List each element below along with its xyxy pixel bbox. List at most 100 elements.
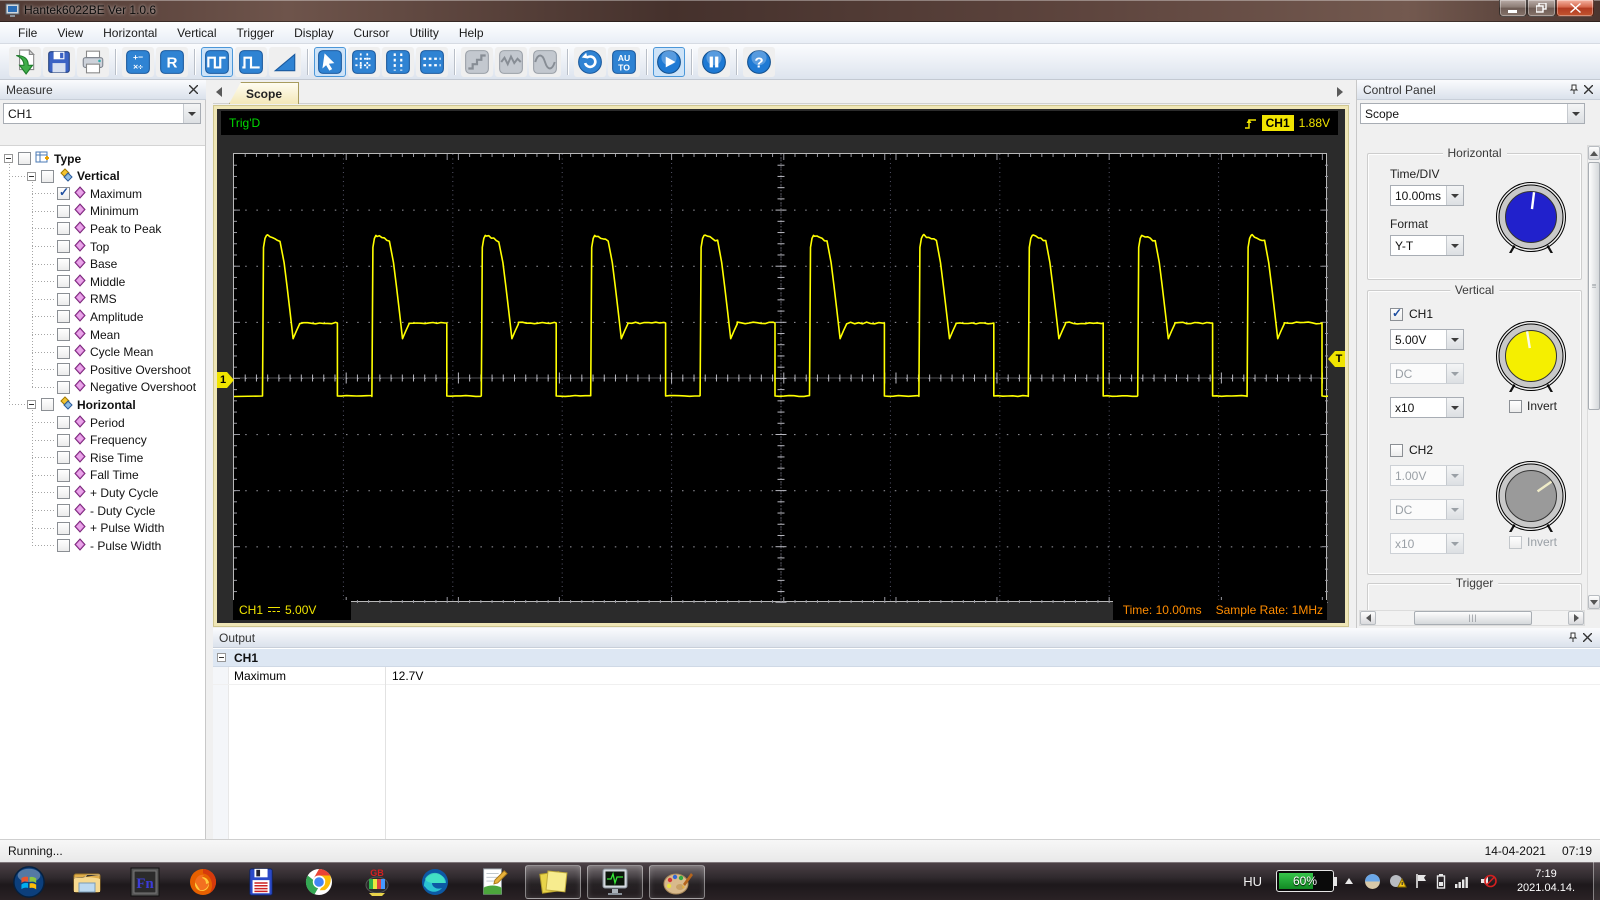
tray-expand-icon[interactable] bbox=[1342, 876, 1356, 886]
math-button[interactable]: +− ×÷ bbox=[122, 46, 154, 77]
tree-item-frequency[interactable]: Frequency bbox=[57, 432, 147, 449]
tree-item-base[interactable]: Base bbox=[57, 256, 117, 273]
tree-item--pulse-width[interactable]: - Pulse Width bbox=[57, 537, 161, 554]
time-div-select[interactable]: 10.00ms bbox=[1390, 185, 1464, 206]
trigger-level-marker[interactable]: T bbox=[1328, 351, 1345, 367]
oscilloscope-app-button[interactable] bbox=[587, 864, 643, 899]
tree-item--pulse-width[interactable]: + Pulse Width bbox=[57, 520, 164, 537]
menu-item-utility[interactable]: Utility bbox=[399, 23, 448, 43]
chevron-down-icon[interactable] bbox=[1446, 186, 1463, 205]
tree-checkbox[interactable] bbox=[57, 504, 70, 517]
network-icon[interactable] bbox=[1454, 873, 1471, 889]
tree-item-peak-to-peak[interactable]: Peak to Peak bbox=[57, 220, 161, 237]
tree-item-horizontal[interactable]: Horizontal bbox=[27, 396, 136, 413]
tree-checkbox[interactable] bbox=[57, 486, 70, 500]
chevron-down-icon[interactable] bbox=[1446, 398, 1463, 417]
tree-item-mean[interactable]: Mean bbox=[57, 326, 120, 343]
tree-checkbox[interactable] bbox=[57, 539, 70, 553]
action-center-icon[interactable] bbox=[1389, 873, 1407, 889]
collapse-icon[interactable] bbox=[27, 171, 36, 181]
cross-cursor-button[interactable] bbox=[348, 46, 380, 77]
tab-scroll-left-icon[interactable] bbox=[216, 87, 222, 97]
tree-checkbox[interactable] bbox=[57, 204, 70, 218]
scroll-down-icon[interactable] bbox=[1588, 595, 1600, 609]
ch2-coupling-select[interactable]: DC bbox=[1390, 499, 1464, 520]
tree-item-amplitude[interactable]: Amplitude bbox=[57, 308, 143, 325]
tree-item-vertical[interactable]: Vertical bbox=[27, 167, 120, 185]
tree-item-positive-overshoot[interactable]: Positive Overshoot bbox=[57, 361, 191, 378]
notepad-app-button[interactable] bbox=[464, 865, 522, 899]
tree-item-fall-time[interactable]: Fall Time bbox=[57, 467, 139, 484]
menu-item-cursor[interactable]: Cursor bbox=[343, 23, 399, 43]
output-measurement-row[interactable]: Maximum 12.7V bbox=[213, 667, 1600, 685]
scroll-left-icon[interactable] bbox=[1360, 611, 1376, 625]
square-wave-button[interactable] bbox=[201, 46, 233, 77]
ch1-position-marker[interactable]: 1 bbox=[217, 372, 234, 388]
tree-item--duty-cycle[interactable]: - Duty Cycle bbox=[57, 502, 155, 519]
vscroll-thumb[interactable]: ≡ bbox=[1588, 162, 1600, 410]
restore-button[interactable] bbox=[1527, 0, 1556, 17]
start-orb-button[interactable] bbox=[0, 865, 58, 899]
scroll-up-icon[interactable] bbox=[1588, 146, 1600, 160]
tree-checkbox[interactable] bbox=[57, 328, 70, 341]
menu-item-display[interactable]: Display bbox=[284, 23, 343, 43]
control-panel-vscrollbar[interactable]: ≡ bbox=[1587, 145, 1600, 610]
tree-checkbox[interactable] bbox=[57, 521, 70, 535]
tree-checkbox[interactable] bbox=[57, 451, 70, 465]
onedrive-icon[interactable] bbox=[1364, 873, 1381, 890]
close-icon[interactable] bbox=[1580, 631, 1594, 645]
chevron-down-icon[interactable] bbox=[1446, 330, 1463, 349]
control-panel-hscrollbar[interactable]: ||| bbox=[1359, 610, 1585, 626]
close-icon[interactable] bbox=[186, 83, 200, 97]
save-button[interactable] bbox=[43, 46, 75, 77]
reference-button[interactable]: R bbox=[156, 46, 188, 77]
pin-icon[interactable] bbox=[1566, 631, 1580, 645]
chevron-down-icon[interactable] bbox=[183, 104, 200, 123]
tree-checkbox[interactable] bbox=[57, 468, 70, 482]
measure-channel-select[interactable]: CH1 bbox=[3, 103, 201, 124]
ch1-probe-select[interactable]: x10 bbox=[1390, 397, 1464, 418]
tree-item-minimum[interactable]: Minimum bbox=[57, 203, 139, 220]
tree-checkbox[interactable] bbox=[57, 185, 70, 201]
ch1-coupling-select[interactable]: DC bbox=[1390, 363, 1464, 384]
tree-item--duty-cycle[interactable]: + Duty Cycle bbox=[57, 484, 158, 501]
tree-checkbox[interactable] bbox=[57, 240, 70, 253]
close-icon[interactable] bbox=[1581, 83, 1595, 97]
ch2-enable-checkbox[interactable] bbox=[1390, 443, 1403, 457]
tree-checkbox[interactable] bbox=[57, 222, 70, 236]
pause-button[interactable] bbox=[698, 46, 730, 77]
collapse-icon[interactable] bbox=[4, 154, 13, 163]
tree-checkbox[interactable] bbox=[57, 257, 70, 271]
help-button[interactable]: ? bbox=[743, 46, 775, 77]
close-button[interactable] bbox=[1556, 0, 1594, 17]
tree-item-type[interactable]: Type bbox=[4, 150, 81, 167]
minimize-button[interactable] bbox=[1499, 0, 1527, 17]
fn-app-button[interactable]: Fn bbox=[116, 865, 174, 899]
tree-checkbox[interactable] bbox=[57, 275, 70, 289]
show-desktop-button[interactable] bbox=[1593, 862, 1600, 900]
firefox-button[interactable] bbox=[174, 865, 232, 899]
flag-icon[interactable] bbox=[1415, 873, 1428, 889]
battery-widget[interactable]: 60% bbox=[1276, 870, 1337, 892]
chevron-down-icon[interactable] bbox=[1567, 104, 1584, 123]
chevron-down-icon[interactable] bbox=[1446, 500, 1463, 519]
chevron-down-icon[interactable] bbox=[1446, 364, 1463, 383]
ch1-position-knob[interactable] bbox=[1495, 320, 1567, 393]
pin-icon[interactable] bbox=[1567, 83, 1581, 97]
ch1-invert-checkbox[interactable] bbox=[1509, 399, 1522, 413]
chevron-down-icon[interactable] bbox=[1446, 534, 1463, 553]
tree-checkbox[interactable] bbox=[57, 416, 70, 429]
tree-checkbox[interactable] bbox=[57, 310, 70, 324]
tree-item-cycle-mean[interactable]: Cycle Mean bbox=[57, 344, 153, 361]
timebase-knob[interactable] bbox=[1495, 181, 1567, 254]
tree-checkbox[interactable] bbox=[57, 363, 70, 377]
volume-muted-icon[interactable] bbox=[1479, 873, 1497, 889]
hscroll-thumb[interactable]: ||| bbox=[1414, 611, 1532, 625]
output-column-divider[interactable] bbox=[385, 667, 386, 839]
tree-checkbox[interactable] bbox=[57, 292, 70, 306]
print-button[interactable] bbox=[77, 46, 109, 77]
play-button[interactable] bbox=[653, 46, 685, 77]
ch2-probe-select[interactable]: x10 bbox=[1390, 533, 1464, 554]
edge-button[interactable] bbox=[406, 865, 464, 899]
menu-item-help[interactable]: Help bbox=[449, 23, 494, 43]
